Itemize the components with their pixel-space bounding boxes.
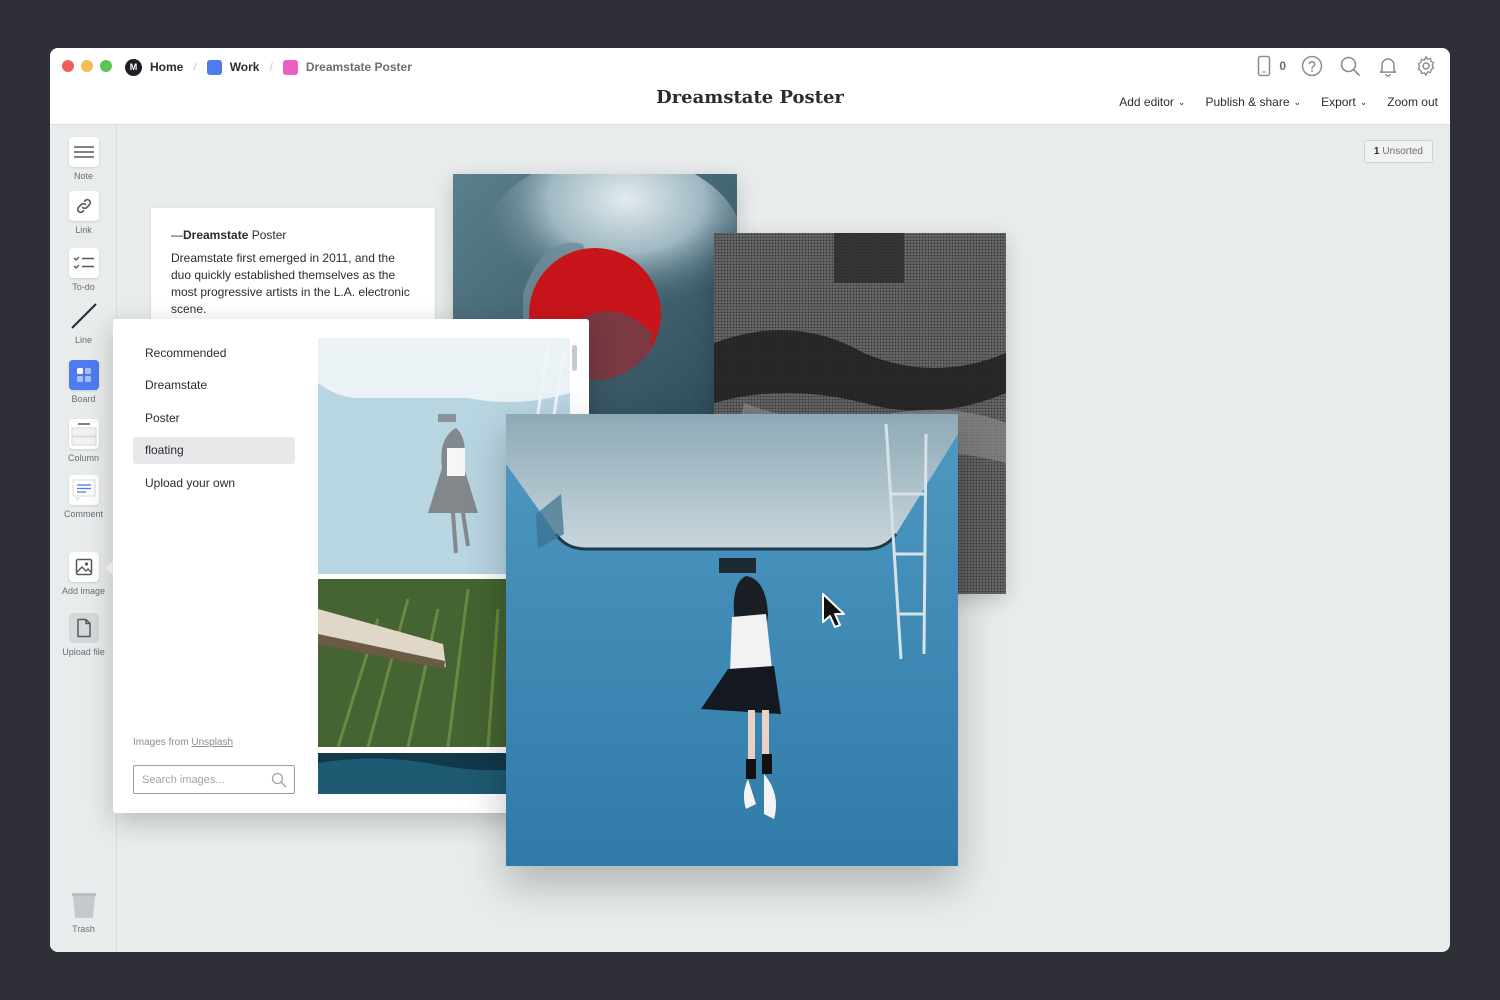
unsorted-label: Unsorted (1382, 146, 1423, 157)
breadcrumb: M Home / Work / Dreamstate Poster (125, 57, 412, 77)
breadcrumb-separator: / (193, 60, 197, 74)
line-icon (69, 301, 99, 331)
note-body: Dreamstate first emerged in 2011, and th… (171, 251, 410, 316)
image-source-prefix: Images from (133, 737, 192, 748)
image-card-floating-girl[interactable] (506, 414, 958, 866)
comment-icon (68, 475, 99, 505)
chevron-down-icon: ⌄ (1177, 96, 1186, 107)
image-category-list: Recommended Dreamstate Poster floating U… (133, 339, 295, 502)
tool-link[interactable]: Link (50, 191, 117, 235)
left-toolbar: Note Link To-do Line Board Column Commen… (50, 125, 117, 952)
image-search-input[interactable] (134, 766, 254, 793)
tool-label: To-do (72, 282, 95, 292)
milanote-logo-icon: M (125, 58, 142, 76)
image-source-note: Images from Unsplash (133, 737, 233, 748)
category-floating[interactable]: floating (133, 436, 295, 464)
publish-share-button[interactable]: Publish & share ⌄ (1205, 95, 1301, 109)
mouse-cursor-icon (821, 592, 847, 635)
link-icon (68, 191, 99, 221)
breadcrumb-label: Home (150, 60, 184, 74)
floating-girl-pool-image (506, 414, 958, 866)
tool-label: Link (75, 225, 92, 235)
tool-label: Comment (63, 509, 103, 519)
popup-pointer (106, 561, 113, 575)
gear-icon[interactable] (1414, 54, 1438, 78)
breadcrumb-label: Dreamstate Poster (305, 60, 412, 74)
note-title-prefix: — (171, 228, 183, 242)
tool-column[interactable]: Column (50, 419, 117, 463)
chevron-down-icon: ⌄ (1359, 96, 1368, 107)
results-scrollbar[interactable] (572, 345, 577, 371)
tool-label: Trash (72, 924, 95, 934)
note-title-rest: Poster (248, 228, 287, 242)
note-title: —Dreamstate Poster (171, 228, 415, 242)
blue-board-icon (206, 59, 222, 75)
close-window-button[interactable] (62, 60, 74, 72)
tool-upload-file[interactable]: Upload file (50, 613, 117, 657)
tool-label: Upload file (62, 647, 105, 657)
help-icon[interactable] (1300, 54, 1324, 78)
bell-icon[interactable] (1376, 54, 1400, 78)
tool-label: Note (73, 171, 93, 181)
header-menu: Add editor ⌄ Publish & share ⌄ Export ⌄ … (1119, 95, 1438, 109)
mobile-device-icon (1252, 54, 1276, 78)
breadcrumb-label: Work (229, 60, 260, 74)
device-count: 0 (1279, 59, 1286, 73)
unsorted-count: 1 (1373, 146, 1380, 157)
image-icon (68, 552, 99, 582)
category-dreamstate[interactable]: Dreamstate (133, 372, 295, 399)
todo-icon (68, 248, 99, 278)
tool-board[interactable]: Board (50, 360, 117, 404)
image-search-box[interactable] (133, 765, 295, 794)
category-recommended[interactable]: Recommended (133, 339, 295, 366)
breadcrumb-home[interactable]: M Home (125, 58, 184, 76)
note-icon (68, 137, 99, 167)
tool-label: Column (67, 453, 99, 463)
trash-icon (69, 890, 99, 920)
app-window: M Home / Work / Dreamstate Poster 0 Drea… (50, 48, 1450, 952)
breadcrumb-work[interactable]: Work (206, 59, 260, 75)
tool-label: Board (71, 394, 96, 404)
top-bar: M Home / Work / Dreamstate Poster 0 Drea… (50, 48, 1450, 125)
file-icon (68, 613, 99, 643)
zoom-out-button[interactable]: Zoom out (1387, 95, 1438, 109)
zoom-out-label: Zoom out (1387, 95, 1438, 109)
board-icon (68, 360, 99, 390)
maximize-window-button[interactable] (100, 60, 112, 72)
tool-todo[interactable]: To-do (50, 248, 117, 292)
header-icons: 0 (1252, 54, 1438, 78)
tool-note[interactable]: Note (50, 137, 117, 181)
search-icon[interactable] (1338, 54, 1362, 78)
export-label: Export (1321, 95, 1356, 109)
export-button[interactable]: Export ⌄ (1321, 95, 1367, 109)
tool-label: Add image (61, 586, 106, 596)
tool-comment[interactable]: Comment (50, 475, 117, 519)
add-editor-label: Add editor (1119, 95, 1174, 109)
tool-label: Line (74, 335, 92, 345)
mobile-devices-button[interactable]: 0 (1252, 54, 1286, 78)
tool-trash[interactable]: Trash (50, 890, 117, 934)
unsorted-badge[interactable]: 1 Unsorted (1363, 140, 1433, 163)
breadcrumb-separator: / (269, 60, 273, 74)
breadcrumb-current[interactable]: Dreamstate Poster (282, 59, 412, 75)
category-poster[interactable]: Poster (133, 404, 295, 431)
publish-share-label: Publish & share (1205, 95, 1290, 109)
note-title-bold: Dreamstate (183, 228, 249, 242)
add-editor-button[interactable]: Add editor ⌄ (1119, 95, 1185, 109)
unsplash-link[interactable]: Unsplash (191, 737, 233, 748)
search-icon[interactable] (271, 772, 287, 793)
chevron-down-icon: ⌄ (1293, 96, 1302, 107)
tool-line[interactable]: Line (50, 301, 117, 345)
category-upload-your-own[interactable]: Upload your own (133, 469, 295, 496)
minimize-window-button[interactable] (81, 60, 93, 72)
pink-board-icon (282, 59, 298, 75)
column-icon (68, 419, 99, 449)
